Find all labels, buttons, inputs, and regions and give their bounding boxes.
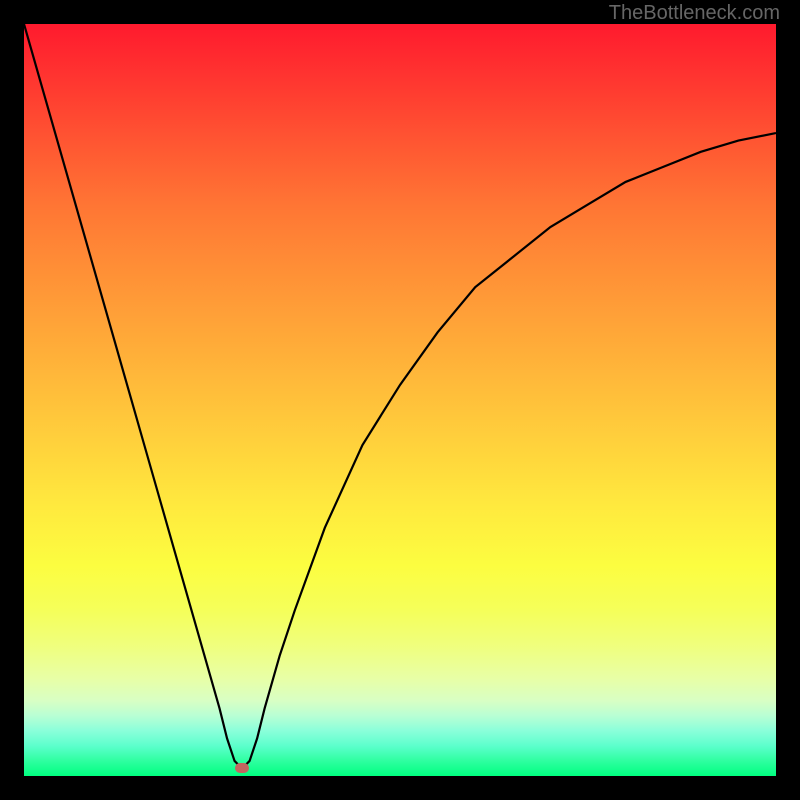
bottleneck-curve-path xyxy=(24,24,776,768)
plot-area xyxy=(24,24,776,776)
curve-svg xyxy=(24,24,776,776)
optimal-point-marker xyxy=(235,763,249,773)
watermark-text: TheBottleneck.com xyxy=(609,2,780,25)
